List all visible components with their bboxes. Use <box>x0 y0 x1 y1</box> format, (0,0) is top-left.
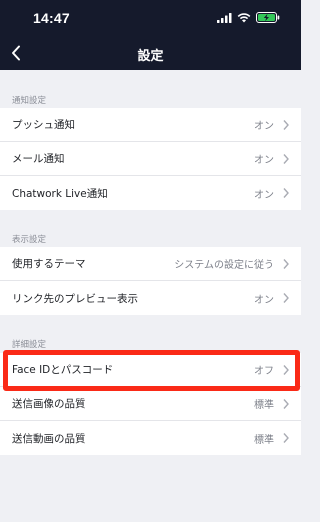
row-value: 標準 <box>254 434 274 446</box>
settings-group-display: 使用するテーマ システムの設定に従う リンク先のプレビュー表示 オン <box>0 247 301 315</box>
chevron-right-icon <box>283 433 289 443</box>
settings-group-notifications: プッシュ通知 オン メール通知 オン Chatwork Live通知 オン <box>0 108 301 210</box>
row-value: オン <box>254 121 274 132</box>
chevron-right-icon <box>283 188 289 198</box>
status-icons <box>217 12 280 23</box>
row-label: Face IDとパスコード <box>12 364 114 376</box>
row-label: 使用するテーマ <box>12 258 86 270</box>
row-value: オン <box>254 155 274 166</box>
row-label: 送信画像の品質 <box>12 398 86 410</box>
chevron-right-icon <box>283 399 289 409</box>
navigation-bar: 設定 <box>0 38 301 70</box>
status-time: 14:47 <box>33 10 70 26</box>
row-label: 送信動画の品質 <box>12 432 86 445</box>
row-value: オン <box>254 294 274 306</box>
section-header-notifications: 通知設定 <box>12 96 47 106</box>
settings-group-advanced: Face IDとパスコード オフ 送信画像の品質 標準 送信動画の品質 標準 <box>0 353 301 455</box>
settings-row-image-quality[interactable]: 送信画像の品質 標準 <box>0 387 301 421</box>
settings-row-link-preview[interactable]: リンク先のプレビュー表示 オン <box>0 281 301 315</box>
row-value: オン <box>254 189 274 201</box>
section-header-advanced: 詳細設定 <box>12 340 47 350</box>
page-title: 設定 <box>137 49 164 64</box>
row-label: リンク先のプレビュー表示 <box>12 292 138 305</box>
signal-icon <box>217 12 232 23</box>
settings-row-email-notification[interactable]: メール通知 オン <box>0 142 301 176</box>
status-bar: 14:47 <box>0 0 301 38</box>
settings-row-video-quality[interactable]: 送信動画の品質 標準 <box>0 421 301 455</box>
chevron-right-icon <box>283 154 289 164</box>
section-header-display: 表示設定 <box>12 235 47 245</box>
chevron-right-icon <box>283 293 289 303</box>
settings-row-chatwork-live-notification[interactable]: Chatwork Live通知 オン <box>0 176 301 210</box>
settings-row-push-notification[interactable]: プッシュ通知 オン <box>0 108 301 142</box>
row-value: 標準 <box>254 400 274 411</box>
battery-charging-icon <box>256 12 280 23</box>
chevron-right-icon <box>283 120 289 130</box>
row-value: オフ <box>254 366 274 377</box>
chevron-right-icon <box>283 365 289 375</box>
row-label: メール通知 <box>12 153 65 165</box>
chevron-right-icon <box>283 259 289 269</box>
settings-row-theme[interactable]: 使用するテーマ システムの設定に従う <box>0 247 301 281</box>
row-label: プッシュ通知 <box>12 119 75 131</box>
wifi-icon <box>237 12 251 22</box>
settings-row-face-id-passcode[interactable]: Face IDとパスコード オフ <box>0 353 301 387</box>
row-value: システムの設定に従う <box>174 260 274 271</box>
row-label: Chatwork Live通知 <box>12 187 108 200</box>
